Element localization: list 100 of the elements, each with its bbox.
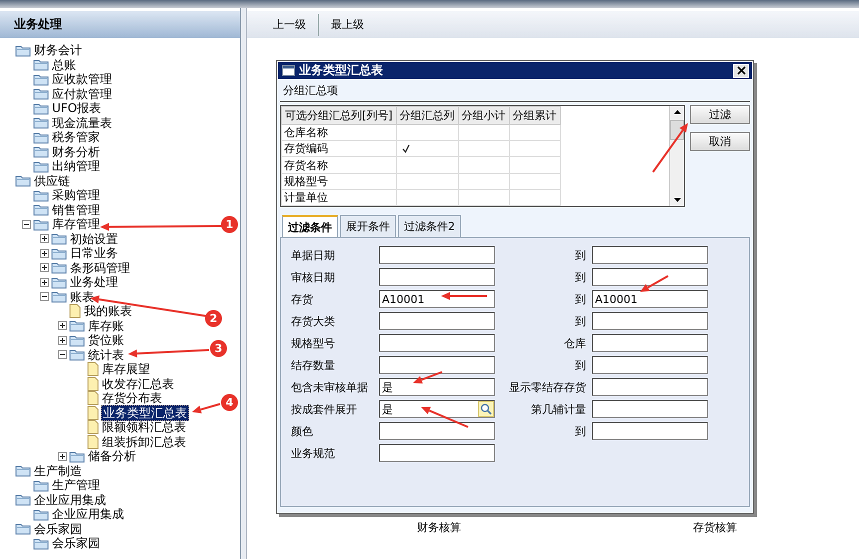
expand-icon[interactable] bbox=[40, 278, 49, 287]
tree-item[interactable]: UFO报表 bbox=[51, 101, 102, 116]
tree-item[interactable]: 生产制造 bbox=[33, 464, 83, 478]
column-header: 分组累计 bbox=[509, 106, 560, 125]
tree-item[interactable]: 我的账表 bbox=[83, 304, 133, 318]
tree-item[interactable]: 供应链 bbox=[33, 174, 71, 188]
collapse-icon[interactable] bbox=[40, 292, 49, 302]
scrollbar[interactable] bbox=[669, 106, 684, 206]
dialog-button[interactable]: 过滤 bbox=[690, 105, 750, 124]
collapse-icon[interactable] bbox=[22, 220, 31, 229]
expand-icon[interactable] bbox=[40, 234, 49, 244]
tree-item[interactable]: 账表 bbox=[69, 290, 95, 304]
toolbar-button[interactable]: 上一级 bbox=[269, 17, 310, 32]
folder-icon bbox=[33, 72, 49, 86]
panel-header: 业务处理 bbox=[0, 11, 240, 38]
tree-item[interactable]: 限额领料汇总表 bbox=[101, 420, 187, 434]
tree-item[interactable]: 组装拆卸汇总表 bbox=[101, 434, 187, 449]
expand-icon[interactable] bbox=[58, 321, 67, 330]
tree-item[interactable]: 储备分析 bbox=[87, 449, 137, 464]
input-field[interactable] bbox=[379, 246, 495, 264]
input-field[interactable] bbox=[379, 356, 495, 374]
folder-icon bbox=[15, 44, 31, 57]
input-field[interactable]: A10001 bbox=[592, 290, 708, 308]
expand-icon[interactable] bbox=[58, 336, 67, 345]
tree-item[interactable]: 会乐家园 bbox=[33, 522, 83, 536]
folder-icon bbox=[69, 319, 85, 332]
tree-item[interactable]: 会乐家园 bbox=[51, 536, 101, 550]
tree-item[interactable]: 财务分析 bbox=[51, 144, 101, 159]
step-badge: 4 bbox=[221, 394, 238, 411]
tree-item[interactable]: 总账 bbox=[51, 58, 77, 72]
tree-item[interactable]: 企业应用集成 bbox=[33, 492, 107, 507]
input-field[interactable] bbox=[379, 422, 495, 440]
tree-item[interactable]: 库存展望 bbox=[101, 362, 151, 376]
window-title: 业务类型汇总表 bbox=[299, 62, 384, 79]
input-field[interactable] bbox=[592, 378, 708, 396]
step-badge: 3 bbox=[210, 340, 227, 357]
input-field[interactable] bbox=[379, 444, 495, 462]
tree-item[interactable]: 初始设置 bbox=[69, 232, 119, 246]
tab[interactable]: 过滤条件2 bbox=[398, 215, 461, 237]
input-field[interactable] bbox=[592, 422, 708, 440]
input-field[interactable] bbox=[592, 400, 708, 418]
annotation-arrow bbox=[192, 403, 220, 414]
expand-icon[interactable] bbox=[58, 452, 67, 461]
field-label: 颜色 bbox=[291, 424, 314, 438]
input-field[interactable] bbox=[592, 312, 708, 330]
tree-item[interactable]: 税务管家 bbox=[51, 130, 101, 144]
field-label: 到 bbox=[574, 270, 587, 284]
folder-icon bbox=[33, 203, 49, 216]
tree-item[interactable]: 日常业务 bbox=[69, 246, 119, 260]
tree-item[interactable]: 应收款管理 bbox=[51, 72, 113, 86]
input-field[interactable] bbox=[379, 334, 495, 352]
input-field[interactable] bbox=[379, 268, 495, 286]
search-icon[interactable] bbox=[478, 401, 494, 417]
tree-item[interactable]: 存货分布表 bbox=[101, 391, 163, 406]
tree-item[interactable]: 现金流量表 bbox=[51, 116, 113, 130]
folder-icon bbox=[15, 464, 31, 478]
tree-item[interactable]: 采购管理 bbox=[51, 188, 101, 202]
tree-item[interactable]: 出纳管理 bbox=[51, 159, 101, 174]
expand-icon[interactable] bbox=[40, 248, 49, 258]
dialog-button[interactable]: 取消 bbox=[690, 132, 750, 151]
input-field[interactable] bbox=[379, 312, 495, 330]
tree-item[interactable]: 财务会计 bbox=[33, 43, 83, 58]
expand-icon[interactable] bbox=[40, 263, 49, 272]
input-field[interactable] bbox=[592, 246, 708, 264]
module-label[interactable]: 财务核算 bbox=[417, 520, 461, 535]
module-label[interactable]: 存货核算 bbox=[693, 520, 737, 535]
window-icon bbox=[282, 65, 295, 76]
input-field[interactable] bbox=[592, 356, 708, 374]
tree-item[interactable]: 企业应用集成 bbox=[51, 507, 125, 522]
tree-item[interactable]: 生产管理 bbox=[51, 478, 101, 492]
close-button[interactable] bbox=[733, 64, 749, 78]
tree-item[interactable]: 统计表 bbox=[87, 348, 125, 362]
step-badge: 2 bbox=[205, 310, 222, 327]
input-field[interactable] bbox=[592, 334, 708, 352]
tree-item[interactable]: 库存账 bbox=[87, 318, 125, 333]
folder-icon bbox=[33, 508, 49, 521]
tab[interactable]: 过滤条件 bbox=[282, 215, 338, 237]
annotation-arrow bbox=[413, 371, 442, 384]
tree-item[interactable]: 库存管理 bbox=[51, 217, 101, 232]
toolbar-button[interactable]: 最上级 bbox=[327, 17, 368, 32]
tree-item[interactable]: 业务处理 bbox=[69, 275, 119, 290]
input-field[interactable]: 是 bbox=[379, 400, 495, 418]
field-label: 仓库 bbox=[563, 336, 587, 350]
folder-icon bbox=[51, 246, 67, 260]
tree-item[interactable]: 销售管理 bbox=[51, 202, 101, 217]
tree-item[interactable]: 条形码管理 bbox=[69, 260, 131, 275]
document-icon bbox=[87, 434, 99, 449]
tree-item[interactable]: 应付款管理 bbox=[51, 86, 113, 101]
table-cell: 存货编码 bbox=[282, 140, 396, 157]
input-field[interactable] bbox=[592, 268, 708, 286]
tree-item[interactable]: 货位账 bbox=[87, 333, 125, 348]
tab[interactable]: 展开条件 bbox=[340, 215, 396, 237]
folder-icon bbox=[33, 102, 49, 115]
field-label: 到 bbox=[574, 314, 587, 328]
tree-item[interactable]: 收发存汇总表 bbox=[101, 376, 175, 391]
collapse-icon[interactable] bbox=[58, 350, 67, 360]
input-field[interactable]: A10001 bbox=[379, 290, 495, 308]
tree-item[interactable]: 业务类型汇总表 bbox=[101, 404, 189, 421]
folder-icon bbox=[33, 478, 49, 492]
input-field[interactable]: 是 bbox=[379, 378, 495, 396]
